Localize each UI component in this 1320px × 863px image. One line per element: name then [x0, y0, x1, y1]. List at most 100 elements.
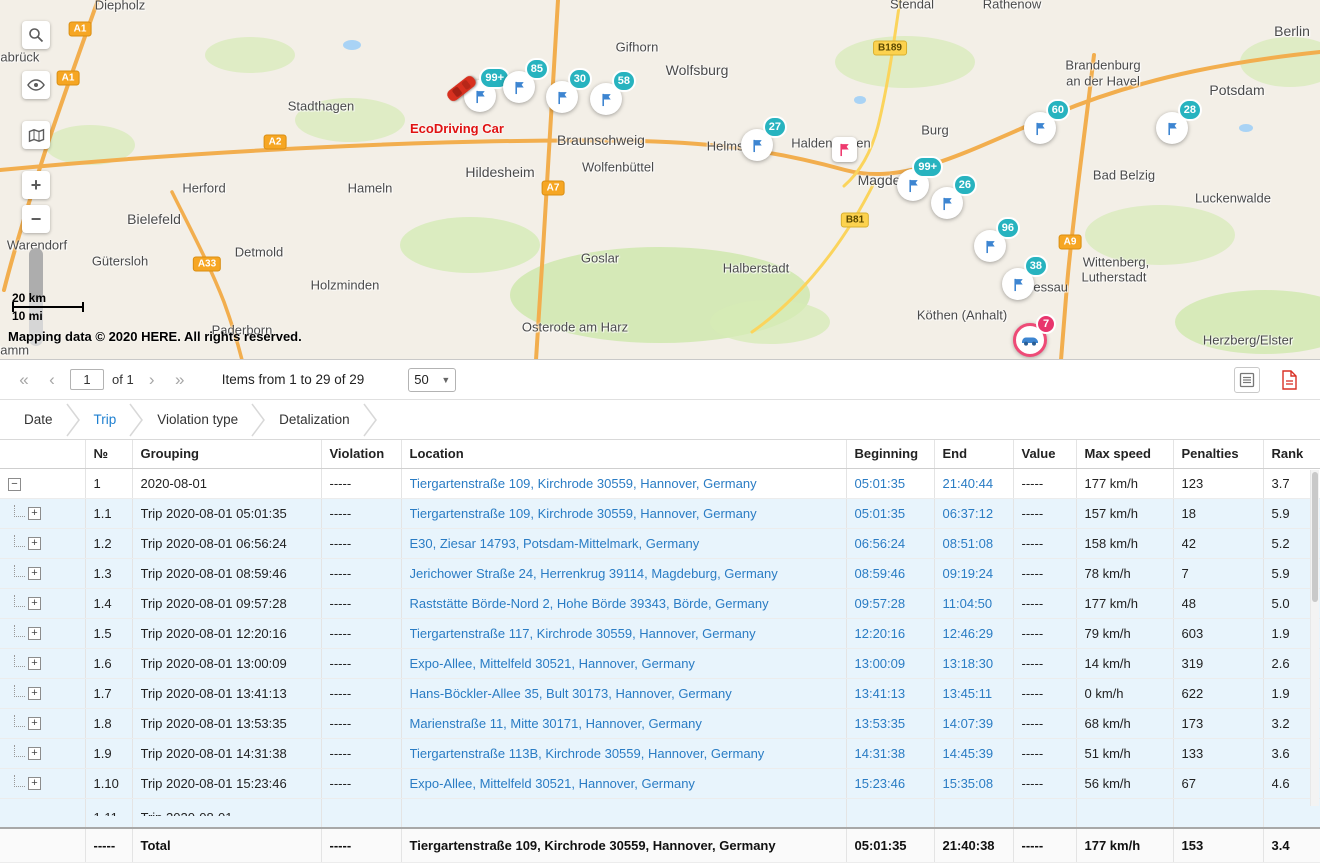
- column-header[interactable]: Rank: [1263, 440, 1320, 468]
- table-row[interactable]: +1.7Trip 2020-08-01 13:41:13-----Hans-Bö…: [0, 678, 1320, 708]
- table-header-row: №GroupingViolationLocationBeginningEndVa…: [0, 440, 1320, 468]
- report-view-button[interactable]: [1234, 367, 1260, 393]
- table-row[interactable]: +1.9Trip 2020-08-01 14:31:38-----Tiergar…: [0, 738, 1320, 768]
- map-attribution: Mapping data © 2020 HERE. All rights res…: [8, 329, 302, 344]
- expand-row-toggle[interactable]: +: [28, 567, 41, 580]
- collapse-row-toggle[interactable]: −: [8, 478, 21, 491]
- column-header[interactable]: Max speed: [1076, 440, 1173, 468]
- expand-row-toggle[interactable]: +: [28, 687, 41, 700]
- cell-violation: -----: [321, 558, 401, 588]
- prev-page-button[interactable]: ‹: [38, 370, 66, 390]
- breadcrumb-separator-icon: [362, 401, 379, 439]
- column-header[interactable]: Value: [1013, 440, 1076, 468]
- column-header[interactable]: Location: [401, 440, 846, 468]
- table-row[interactable]: +1.4Trip 2020-08-01 09:57:28-----Raststä…: [0, 588, 1320, 618]
- map-city-label: Gifhorn: [616, 40, 659, 55]
- cluster-count-badge: 28: [1178, 99, 1202, 121]
- tab-detalization[interactable]: Detalization: [269, 412, 360, 427]
- zoom-out-button[interactable]: −: [22, 205, 50, 233]
- table-row[interactable]: +1.5Trip 2020-08-01 12:20:16-----Tiergar…: [0, 618, 1320, 648]
- expand-row-toggle[interactable]: +: [28, 777, 41, 790]
- flag-cluster-marker[interactable]: 58: [590, 83, 622, 115]
- expand-row-toggle[interactable]: +: [28, 507, 41, 520]
- table-row[interactable]: +1.6Trip 2020-08-01 13:00:09-----Expo-Al…: [0, 648, 1320, 678]
- map-city-label: Bad Belzig: [1093, 168, 1155, 183]
- flag-cluster-marker[interactable]: 26: [931, 187, 963, 219]
- table-scrollbar[interactable]: [1310, 470, 1319, 806]
- page-number-input[interactable]: [70, 369, 104, 390]
- table-row[interactable]: −12020-08-01-----Tiergartenstraße 109, K…: [0, 468, 1320, 498]
- cell-max-speed: 78 km/h: [1076, 558, 1173, 588]
- page-size-select[interactable]: 50 ▼: [408, 368, 456, 392]
- tab-violation-type[interactable]: Violation type: [147, 412, 248, 427]
- cell-grouping: Trip 2020-08-01 13:41:13: [132, 678, 321, 708]
- cell-grouping: Trip 2020-08-01 09:57:28: [132, 588, 321, 618]
- column-header[interactable]: №: [85, 440, 132, 468]
- flag-cluster-marker[interactable]: 60: [1024, 112, 1056, 144]
- unit-cluster-marker[interactable]: 7: [1013, 323, 1047, 357]
- map-city-label: Herford: [182, 181, 225, 196]
- expand-row-toggle[interactable]: +: [28, 717, 41, 730]
- cell-max-speed: 177 km/h: [1076, 468, 1173, 498]
- flag-cluster-marker[interactable]: 99+: [897, 169, 929, 201]
- flag-icon: [1033, 121, 1048, 136]
- zoom-in-button[interactable]: +: [22, 171, 50, 199]
- map[interactable]: DiepholzStendalRathenowBerlinGifhornWolf…: [0, 0, 1320, 360]
- column-header[interactable]: Grouping: [132, 440, 321, 468]
- flag-cluster-marker[interactable]: 27: [741, 129, 773, 161]
- map-city-label: Burg: [921, 123, 948, 138]
- scrollbar-thumb[interactable]: [1312, 472, 1318, 602]
- cell-beginning: 12:20:16: [846, 618, 934, 648]
- map-city-label: Lutherstadt: [1081, 270, 1146, 285]
- table-row[interactable]: +1.8Trip 2020-08-01 13:53:35-----Mariens…: [0, 708, 1320, 738]
- table-row[interactable]: +1.3Trip 2020-08-01 08:59:46-----Jericho…: [0, 558, 1320, 588]
- map-city-label: Hameln: [348, 181, 393, 196]
- cell-end: 09:19:24: [934, 558, 1013, 588]
- column-header[interactable]: Beginning: [846, 440, 934, 468]
- tree-cell: +: [0, 648, 85, 678]
- cell-num: 1.9: [85, 738, 132, 768]
- expand-row-toggle[interactable]: +: [28, 597, 41, 610]
- cell-location: Marienstraße 11, Mitte 30171, Hannover, …: [401, 708, 846, 738]
- tree-connector-icon: [14, 565, 25, 577]
- flag-cluster-marker[interactable]: 96: [974, 230, 1006, 262]
- flag-cluster-marker[interactable]: 38: [1002, 268, 1034, 300]
- cell-grouping: Trip 2020-08-01 08:59:46: [132, 558, 321, 588]
- cell-penalties: 173: [1173, 708, 1263, 738]
- expand-row-toggle[interactable]: +: [28, 537, 41, 550]
- table-row[interactable]: +1.11Trip 2020-08-01: [0, 798, 1320, 828]
- flag-cluster-marker[interactable]: 85: [503, 71, 535, 103]
- flag-cluster-marker[interactable]: 28: [1156, 112, 1188, 144]
- table-row[interactable]: +1.1Trip 2020-08-01 05:01:35-----Tiergar…: [0, 498, 1320, 528]
- expand-row-toggle[interactable]: +: [28, 627, 41, 640]
- finish-flag-marker[interactable]: [832, 137, 857, 162]
- map-layers-button[interactable]: [22, 121, 50, 149]
- first-page-button[interactable]: «: [10, 370, 38, 390]
- total-max-speed: 177 km/h: [1076, 828, 1173, 862]
- cell-grouping: Trip 2020-08-01 06:56:24: [132, 528, 321, 558]
- map-city-label: Braunschweig: [557, 132, 645, 148]
- tab-date[interactable]: Date: [14, 412, 63, 427]
- cell-grouping: 2020-08-01: [132, 468, 321, 498]
- table-row[interactable]: +1.10Trip 2020-08-01 15:23:46-----Expo-A…: [0, 768, 1320, 798]
- next-page-button[interactable]: ›: [138, 370, 166, 390]
- tree-cell: +: [0, 708, 85, 738]
- expand-row-toggle[interactable]: +: [28, 657, 41, 670]
- column-header[interactable]: Penalties: [1173, 440, 1263, 468]
- road-badge: B81: [841, 213, 869, 228]
- expand-row-toggle[interactable]: +: [28, 747, 41, 760]
- map-search-button[interactable]: [22, 21, 50, 49]
- column-header[interactable]: Violation: [321, 440, 401, 468]
- table-total-row: ----- Total ----- Tiergartenstraße 109, …: [0, 828, 1320, 862]
- map-visibility-button[interactable]: [22, 71, 50, 99]
- total-beginning: 05:01:35: [846, 828, 934, 862]
- map-scale: 20 km 10 mi: [12, 291, 90, 323]
- tab-trip[interactable]: Trip: [84, 412, 127, 427]
- column-header[interactable]: End: [934, 440, 1013, 468]
- last-page-button[interactable]: »: [166, 370, 194, 390]
- flag-cluster-marker[interactable]: 30: [546, 81, 578, 113]
- map-city-label: Bielefeld: [127, 211, 181, 227]
- export-pdf-button[interactable]: [1276, 367, 1302, 393]
- column-header[interactable]: [0, 440, 85, 468]
- table-row[interactable]: +1.2Trip 2020-08-01 06:56:24-----E30, Zi…: [0, 528, 1320, 558]
